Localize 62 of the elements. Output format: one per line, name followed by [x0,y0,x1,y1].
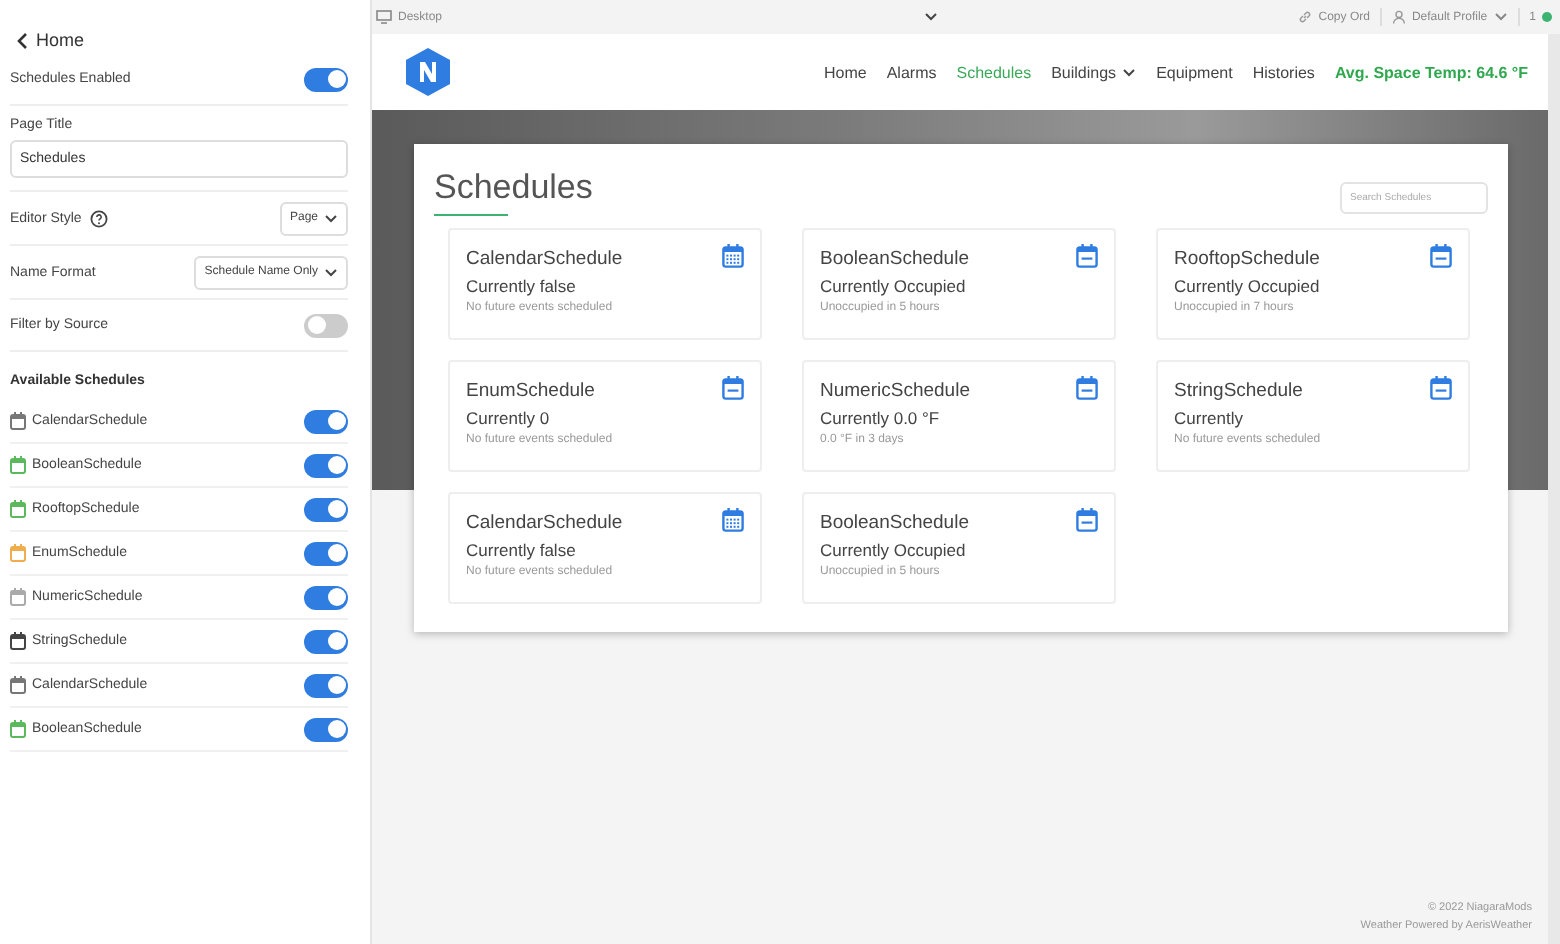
schedule-name: RooftopSchedule [1174,248,1320,270]
schedule-name: CalendarSchedule [466,248,623,270]
calendar-icon [10,632,26,650]
calendar-icon [10,456,26,474]
calendar-grid-icon [722,508,744,532]
current-value: Currently [1174,408,1245,428]
nav-link[interactable]: Alarms [886,63,937,81]
back-chevron-icon [16,31,28,49]
schedule-name: EnumSchedule [466,380,595,402]
back-link[interactable]: Home [16,26,85,54]
current-value: Currently false [466,540,578,560]
help-icon[interactable] [89,209,108,227]
scrollbar[interactable] [1548,34,1560,944]
hexagon-logo-icon[interactable] [406,48,450,96]
current-value: Currently Occupied [820,540,968,560]
toggle-switch[interactable] [304,673,348,697]
caret-icon [324,213,338,223]
nav-link[interactable]: Buildings [1051,63,1137,81]
nav-link[interactable]: Equipment [1156,63,1233,81]
current-value: Currently 0.0 °F [820,408,942,428]
link-icon [1298,10,1313,24]
toggle-switch[interactable] [304,313,348,337]
current-value: Currently Occupied [1174,276,1322,296]
schedule-name: BooleanSchedule [820,248,969,270]
caret-icon [324,267,338,277]
calendar-icon [10,500,26,518]
toggle-switch[interactable] [304,453,348,477]
current-value: Currently false [466,276,578,296]
calendar-icon [1076,376,1098,400]
toggle-switch[interactable] [304,629,348,653]
toggle-switch[interactable] [304,541,348,565]
schedule-name: NumericSchedule [820,380,970,402]
calendar-icon [1430,376,1452,400]
status-dot [1541,12,1552,22]
calendar-icon [10,412,26,430]
temperature-reading: Avg. Space Temp: 64.6 °F [1334,63,1528,81]
nav-link[interactable]: Histories [1252,63,1315,81]
calendar-icon [10,588,26,606]
schedule-name: StringSchedule [1174,380,1303,402]
current-value: Currently 0 [466,408,552,428]
back-label[interactable]: Home [36,30,85,50]
monitor-icon [376,10,392,24]
calendar-icon [10,544,26,562]
page-title: Schedules [434,168,593,208]
toggle-switch[interactable] [304,409,348,433]
toggle-switch[interactable] [304,717,348,741]
calendar-icon [1076,508,1098,532]
schedule-name: CalendarSchedule [466,512,623,534]
calendar-grid-icon [722,244,744,268]
schedule-name: BooleanSchedule [820,512,969,534]
calendar-icon [1076,244,1098,268]
toggle-switch[interactable] [304,585,348,609]
toggle-switch[interactable] [304,67,348,91]
nav-link[interactable]: Home [824,63,867,81]
toggle-switch[interactable] [304,497,348,521]
caret-icon[interactable] [923,12,938,22]
user-icon [1391,10,1406,24]
calendar-icon [10,720,26,738]
calendar-icon [1430,244,1452,268]
calendar-icon [722,376,744,400]
calendar-icon [10,676,26,694]
current-value: Currently Occupied [820,276,968,296]
